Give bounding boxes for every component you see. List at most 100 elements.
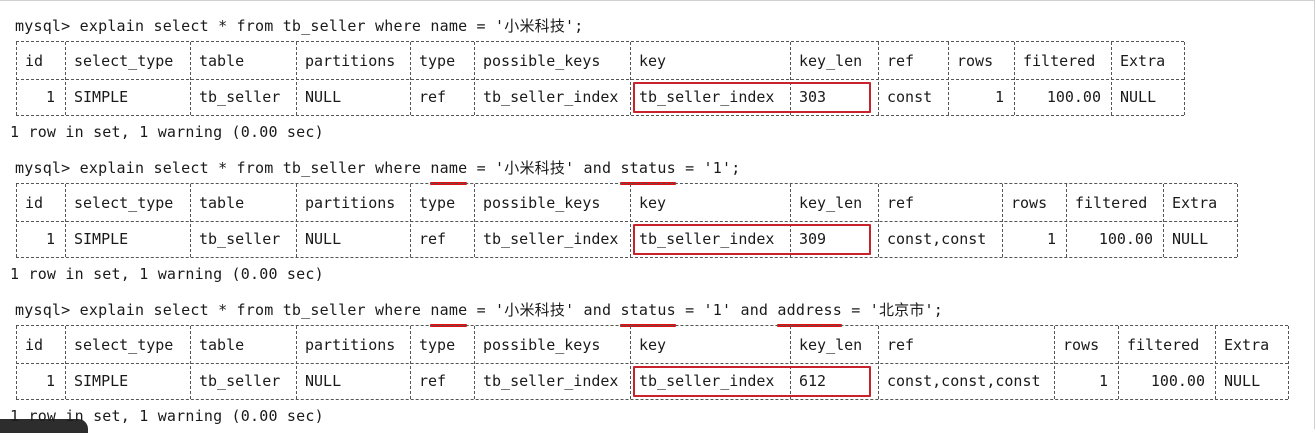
header-id: id (25, 194, 44, 212)
header-partitions: partitions (305, 194, 396, 212)
cell-ref: const,const,const (887, 372, 1041, 390)
cell-extra: NULL (1172, 230, 1209, 248)
table-column-divider (1184, 42, 1185, 115)
header-table: table (199, 52, 245, 70)
cell-filtered: 100.00 (1098, 230, 1153, 248)
underlined-sql-term: name (430, 159, 468, 185)
table-border-line (16, 115, 1184, 116)
sql-text: explain select * from tb_seller where na… (79, 17, 584, 35)
table-column-divider (474, 326, 475, 399)
cell-possible-keys: tb_seller_index (483, 230, 619, 248)
cell-type: ref (419, 372, 447, 390)
header-type: type (419, 194, 456, 212)
cell-filtered: 100.00 (1150, 372, 1205, 390)
table-column-divider (474, 184, 475, 257)
header-possible-keys: possible_keys (483, 336, 601, 354)
header-key: key (639, 52, 667, 70)
cell-possible-keys: tb_seller_index (483, 372, 619, 390)
underlined-sql-term: address (777, 301, 843, 327)
table-column-divider (65, 326, 66, 399)
table-column-divider (296, 42, 297, 115)
header-partitions: partitions (305, 52, 396, 70)
cell-id: 1 (45, 230, 55, 248)
sql-text: = '1'; (675, 159, 741, 177)
key-highlight-box (633, 82, 871, 113)
header-rows: rows (957, 52, 994, 70)
header-ref: ref (887, 194, 915, 212)
cell-rows: 1 (994, 88, 1004, 106)
table-border-line (16, 79, 1184, 80)
cell-table: tb_seller (199, 372, 281, 390)
cell-extra: NULL (1224, 372, 1261, 390)
header-type: type (419, 52, 456, 70)
table-border-line (16, 363, 1288, 364)
cell-filtered: 100.00 (1046, 88, 1101, 106)
table-column-divider (1118, 326, 1119, 399)
cell-partitions: NULL (305, 230, 342, 248)
header-key: key (639, 194, 667, 212)
cell-type: ref (419, 230, 447, 248)
cell-partitions: NULL (305, 88, 342, 106)
underlined-sql-term: status (620, 301, 677, 327)
cell-ref: const (887, 88, 933, 106)
cell-extra: NULL (1120, 88, 1157, 106)
cell-rows: 1 (1046, 230, 1056, 248)
key-highlight-box (633, 224, 871, 255)
header-key: key (639, 336, 667, 354)
table-column-divider (474, 42, 475, 115)
header-select-type: select_type (74, 52, 174, 70)
header-key-len: key_len (799, 336, 863, 354)
table-column-divider (1054, 326, 1055, 399)
header-extra: Extra (1120, 52, 1166, 70)
cell-partitions: NULL (305, 372, 342, 390)
header-ref: ref (887, 52, 915, 70)
table-column-divider (630, 184, 631, 257)
table-column-divider (948, 42, 949, 115)
table-column-divider (190, 42, 191, 115)
header-key-len: key_len (799, 194, 863, 212)
table-column-divider (1014, 42, 1015, 115)
table-border-line (16, 399, 1288, 400)
header-id: id (25, 336, 44, 354)
prompt-label: mysql> (15, 159, 80, 177)
result-footer: 1 row in set, 1 warning (0.00 sec) (10, 123, 324, 141)
table-column-divider (190, 184, 191, 257)
sql-text: explain select * from tb_seller where (79, 301, 431, 319)
table-border-line (16, 183, 1237, 184)
table-border-line (16, 221, 1237, 222)
table-column-divider (190, 326, 191, 399)
cell-select-type: SIMPLE (74, 88, 129, 106)
table-column-divider (878, 326, 879, 399)
table-border-line (16, 325, 1288, 326)
header-table: table (199, 336, 245, 354)
table-column-divider (1163, 184, 1164, 257)
cell-id: 1 (45, 372, 55, 390)
header-filtered: filtered (1075, 194, 1148, 212)
cell-rows: 1 (1098, 372, 1108, 390)
table-column-divider (1002, 184, 1003, 257)
cell-select-type: SIMPLE (74, 230, 129, 248)
table-column-divider (1215, 326, 1216, 399)
prompt-label: mysql> (15, 301, 80, 319)
query-command-line: mysql> explain select * from tb_seller w… (15, 299, 944, 327)
key-highlight-box (633, 366, 871, 397)
table-column-divider (1237, 184, 1238, 257)
table-column-divider (1288, 326, 1289, 399)
sql-text: = '1' and (675, 301, 778, 319)
underlined-sql-term: name (430, 301, 468, 327)
table-column-divider (65, 42, 66, 115)
header-table: table (199, 194, 245, 212)
sql-text: explain select * from tb_seller where (79, 159, 431, 177)
cell-ref: const,const (887, 230, 987, 248)
header-select-type: select_type (74, 336, 174, 354)
header-partitions: partitions (305, 336, 396, 354)
sql-text: = '小米科技' and (467, 301, 621, 319)
header-id: id (25, 52, 44, 70)
sql-text: = '北京市'; (842, 301, 944, 319)
table-column-divider (630, 326, 631, 399)
header-rows: rows (1011, 194, 1048, 212)
header-select-type: select_type (74, 194, 174, 212)
cell-select-type: SIMPLE (74, 372, 129, 390)
table-column-divider (410, 184, 411, 257)
table-border-line (16, 257, 1237, 258)
